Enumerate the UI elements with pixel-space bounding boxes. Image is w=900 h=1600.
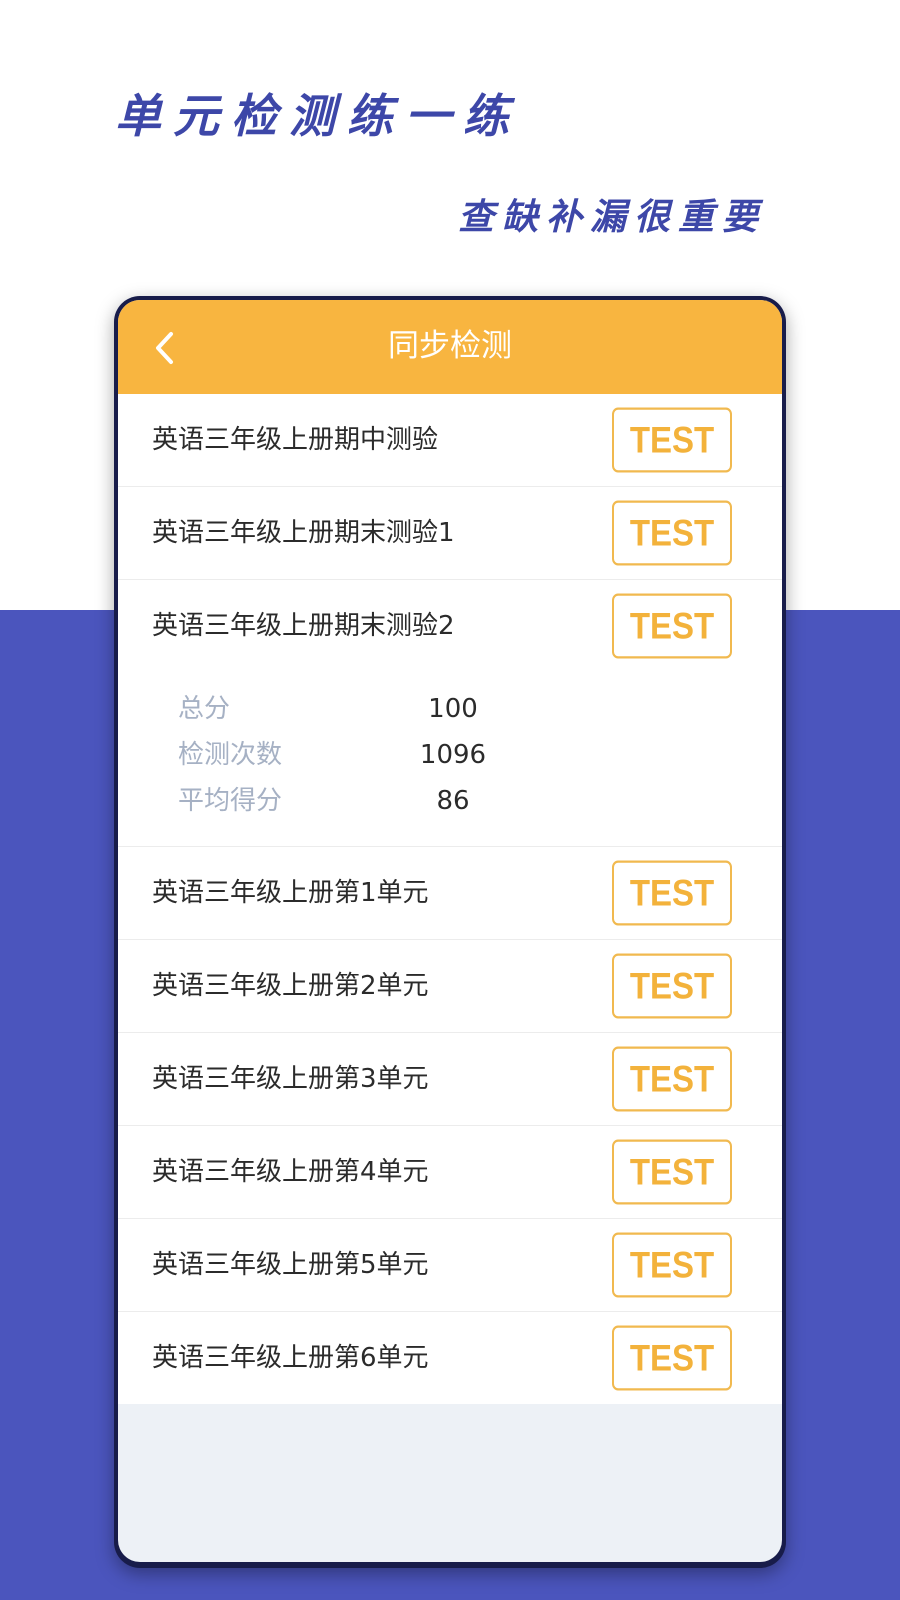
- stat-value: 100: [428, 694, 478, 724]
- stat-label: 平均得分: [178, 786, 283, 816]
- test-title: 英语三年级上册第6单元: [152, 1343, 429, 1373]
- stat-value: 86: [436, 786, 470, 816]
- test-stats-panel: 总分 100 检测次数 1096 平均得分 86: [118, 672, 782, 847]
- test-title: 英语三年级上册第4单元: [152, 1157, 429, 1187]
- app-bar: 同步检测: [118, 300, 782, 394]
- app-screen: 同步检测 英语三年级上册期中测验 TEST 英语三年级上册期末测验1 TEST …: [118, 300, 782, 1562]
- test-button[interactable]: TEST: [612, 1325, 732, 1391]
- stat-average: 平均得分 86: [118, 778, 782, 824]
- list-item[interactable]: 英语三年级上册第1单元 TEST: [118, 847, 782, 940]
- list-item[interactable]: 英语三年级上册第6单元 TEST: [118, 1312, 782, 1404]
- stat-count: 检测次数 1096: [118, 732, 782, 778]
- stat-value: 1096: [419, 740, 487, 770]
- page-title: 同步检测: [388, 328, 512, 364]
- list-item-expanded[interactable]: 英语三年级上册期末测验2 TEST: [118, 580, 782, 672]
- test-title: 英语三年级上册期末测验2: [152, 611, 455, 641]
- list-item[interactable]: 英语三年级上册期中测验 TEST: [118, 394, 782, 487]
- test-button[interactable]: TEST: [612, 1232, 732, 1298]
- test-button[interactable]: TEST: [612, 1139, 732, 1205]
- promo-subline: 查缺补漏很重要: [458, 196, 767, 238]
- stat-label: 检测次数: [178, 740, 283, 770]
- promo-headline: 单元检测练一练: [115, 89, 521, 143]
- list-item[interactable]: 英语三年级上册期末测验1 TEST: [118, 487, 782, 580]
- test-button[interactable]: TEST: [612, 593, 732, 659]
- test-button[interactable]: TEST: [612, 1046, 732, 1112]
- stat-label: 总分: [178, 694, 231, 724]
- test-title: 英语三年级上册期末测验1: [152, 518, 455, 548]
- stat-total: 总分 100: [118, 686, 782, 732]
- test-list: 英语三年级上册期中测验 TEST 英语三年级上册期末测验1 TEST 英语三年级…: [118, 394, 782, 1404]
- test-title: 英语三年级上册第3单元: [152, 1064, 429, 1094]
- test-title: 英语三年级上册期中测验: [152, 425, 439, 455]
- test-button[interactable]: TEST: [612, 407, 732, 473]
- test-title: 英语三年级上册第2单元: [152, 971, 429, 1001]
- test-title: 英语三年级上册第5单元: [152, 1250, 429, 1280]
- test-button[interactable]: TEST: [612, 860, 732, 926]
- test-button[interactable]: TEST: [612, 500, 732, 566]
- list-item[interactable]: 英语三年级上册第4单元 TEST: [118, 1126, 782, 1219]
- list-item[interactable]: 英语三年级上册第5单元 TEST: [118, 1219, 782, 1312]
- list-item[interactable]: 英语三年级上册第3单元 TEST: [118, 1033, 782, 1126]
- test-title: 英语三年级上册第1单元: [152, 878, 429, 908]
- list-item[interactable]: 英语三年级上册第2单元 TEST: [118, 940, 782, 1033]
- test-button[interactable]: TEST: [612, 953, 732, 1019]
